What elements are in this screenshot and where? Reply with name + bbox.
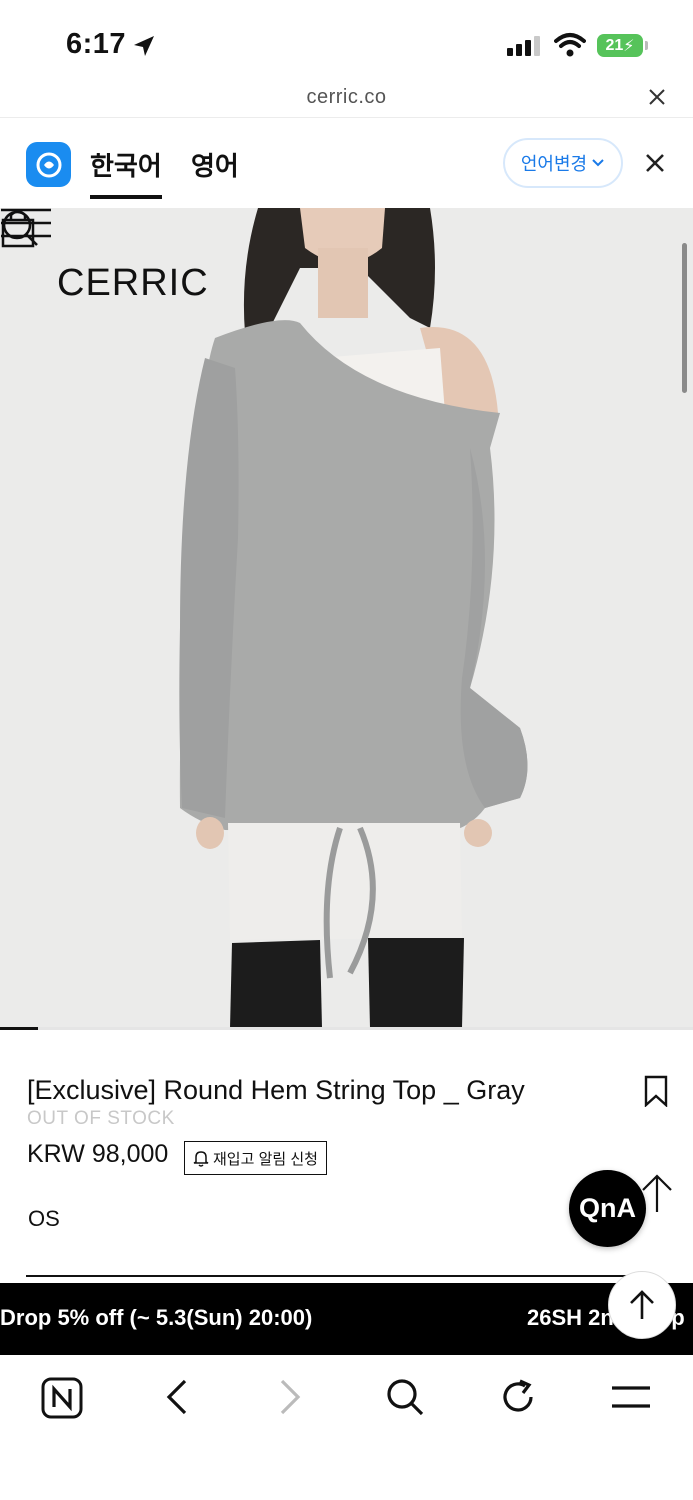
arrow-up-icon [642,1174,672,1212]
status-time: 6:17 [66,28,127,60]
status-bar: 6:17 21 ⚡ [0,0,693,80]
back-icon[interactable] [163,1377,189,1417]
tab-english[interactable]: 영어 [191,146,239,183]
change-language-button[interactable]: 언어변경 [503,138,623,188]
refresh-icon[interactable] [498,1377,538,1417]
brand-logo[interactable]: CERRIC [57,262,209,305]
bookmark-icon[interactable] [644,1075,668,1107]
browser-toolbar [0,1355,693,1500]
papago-logo-icon [26,142,71,187]
size-option[interactable]: OS [28,1206,60,1232]
product-title: [Exclusive] Round Hem String Top _ Gray [27,1075,525,1105]
menu-icon[interactable] [610,1377,652,1417]
battery-cap [645,41,648,50]
product-photo [0,208,693,1028]
change-language-label: 언어변경 [520,154,588,174]
arrow-up-icon [630,1290,654,1319]
bell-icon [193,1151,209,1167]
divider [26,1275,638,1277]
naver-icon[interactable] [41,1377,83,1419]
promo-banner[interactable]: Drop 5% off (~ 5.3(Sun) 20:00) 26SH 2nd … [0,1283,693,1355]
menu-icon[interactable] [0,208,52,238]
battery-level: 21 [605,36,624,54]
product-image[interactable]: CERRIC [0,208,693,1028]
slide-indicator [0,1027,693,1030]
translate-bar: 한국어 영어 언어변경 [0,118,693,208]
qna-button[interactable]: QnA [569,1170,646,1247]
location-arrow-icon [134,36,154,56]
restock-alert-button[interactable]: 재입고 알림 신청 [184,1141,327,1175]
search-icon[interactable] [385,1377,425,1417]
close-translate-icon[interactable] [645,153,665,173]
product-price: KRW 98,000 [27,1140,169,1168]
forward-icon[interactable] [278,1377,304,1417]
wifi-icon [554,33,586,57]
scrollbar[interactable] [682,243,687,393]
url-bar[interactable]: cerric.co [0,80,693,118]
signal-icon [507,36,540,56]
battery-indicator: 21 ⚡ [597,34,643,57]
tab-korean[interactable]: 한국어 [90,146,162,199]
scroll-to-top-button[interactable] [608,1271,676,1339]
stock-status: OUT OF STOCK [27,1108,175,1129]
restock-alert-label: 재입고 알림 신청 [213,1150,318,1168]
chevron-down-icon [592,159,604,167]
banner-text-1: Drop 5% off (~ 5.3(Sun) 20:00) [0,1305,313,1330]
close-icon[interactable] [648,88,666,106]
url-text[interactable]: cerric.co [0,86,693,109]
slide-indicator-active [0,1027,38,1030]
